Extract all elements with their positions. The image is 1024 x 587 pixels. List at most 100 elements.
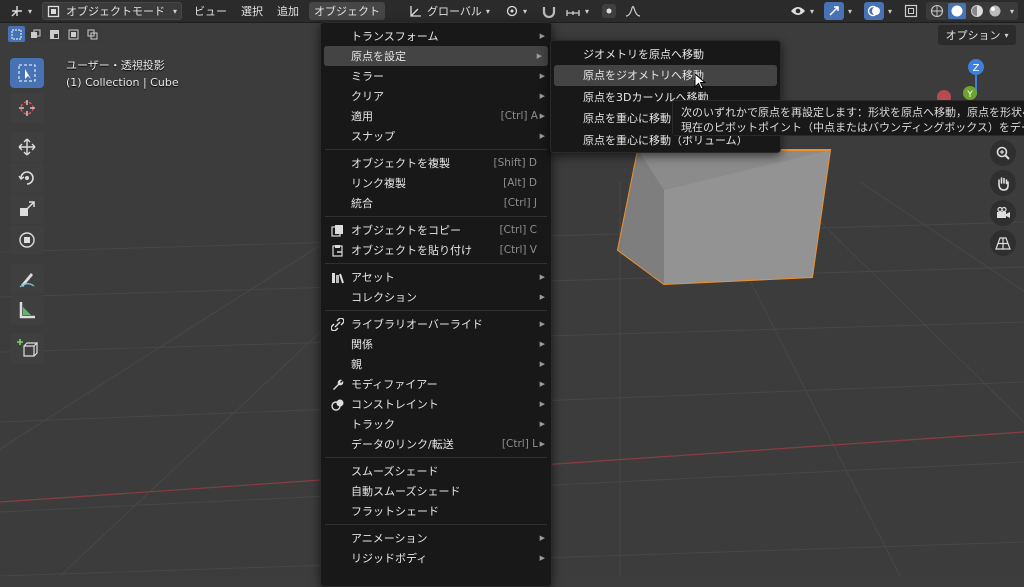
object-menu-item[interactable]: コレクション ▶ (321, 287, 551, 307)
measure-tool[interactable] (10, 295, 44, 325)
origin-menu-item[interactable]: ジオメトリを原点へ移動 (554, 43, 777, 65)
menu-item-label: 自動スムーズシェード (351, 485, 461, 498)
rendered-shading-icon[interactable] (988, 4, 1002, 18)
menu-object[interactable]: オブジェクト (309, 2, 386, 20)
rotate-tool[interactable] (10, 163, 44, 193)
overlay-toggle[interactable]: ▾ (860, 2, 896, 20)
object-menu-item[interactable]: 原点を設定 ▶ (324, 46, 548, 66)
camera-view-button[interactable] (990, 200, 1016, 226)
menu-item-shortcut: [Ctrl] A (500, 110, 538, 122)
menu-item-label: トラック (351, 418, 395, 431)
proportional-edit-toggle[interactable] (597, 2, 621, 20)
select-subtract-icon[interactable] (46, 26, 63, 42)
transform-orientation-dropdown[interactable]: グローバル ▾ (405, 2, 499, 20)
wireframe-shading-icon[interactable] (930, 4, 944, 18)
cursor-icon (19, 100, 35, 116)
cursor-tool[interactable] (10, 93, 44, 123)
xray-toggle[interactable] (900, 2, 922, 20)
object-menu-item[interactable]: 適用 [Ctrl] A ▶ (321, 106, 551, 126)
material-shading-icon[interactable] (970, 4, 984, 18)
add-cube-tool[interactable] (10, 334, 44, 364)
object-menu-item[interactable]: クリア ▶ (321, 86, 551, 106)
move-tool[interactable] (10, 132, 44, 162)
object-menu-item[interactable]: スムーズシェード (321, 461, 551, 481)
menu-add[interactable]: 追加 (273, 2, 303, 20)
view-name: ユーザー・透視投影 (66, 59, 165, 72)
submenu-arrow-icon: ▶ (539, 440, 545, 448)
menu-item-label: コレクション (351, 291, 417, 304)
object-menu-item[interactable]: データのリンク/転送 [Ctrl] L ▶ (321, 434, 551, 454)
object-mode-icon (47, 5, 60, 18)
object-menu-item[interactable]: 自動スムーズシェード (321, 481, 551, 501)
object-menu-item[interactable]: ライブラリオーバーライド ▶ (321, 314, 551, 334)
object-menu-item[interactable]: リンク複製 [Alt] D (321, 173, 551, 193)
object-menu-item[interactable]: アセット ▶ (321, 267, 551, 287)
viewport-info: ユーザー・透視投影 (1) Collection | Cube (66, 57, 179, 91)
object-menu-item[interactable]: オブジェクトを貼り付け [Ctrl] V (321, 240, 551, 260)
object-menu-item[interactable]: 関係 ▶ (321, 334, 551, 354)
menu-item-label: データのリンク/転送 (351, 438, 454, 451)
submenu-arrow-icon: ▶ (539, 554, 545, 562)
menu-item-label: リジッドボディ (351, 552, 428, 565)
object-menu-item[interactable]: オブジェクトを複製 [Shift] D (321, 153, 551, 173)
select-invert-icon[interactable] (65, 26, 82, 42)
scale-tool[interactable] (10, 194, 44, 224)
submenu-arrow-icon: ▶ (539, 400, 545, 408)
zoom-button[interactable] (990, 140, 1016, 166)
object-menu-item[interactable]: ミラー ▶ (321, 66, 551, 86)
pivot-point-dropdown[interactable]: ▾ (501, 2, 531, 20)
transform-tool[interactable] (10, 225, 44, 255)
navigation-gizmo[interactable]: Z Y (930, 55, 1024, 105)
paste-icon (330, 243, 344, 257)
chevron-down-icon: ▾ (887, 6, 892, 16)
perspective-toggle-button[interactable] (990, 230, 1016, 256)
gizmo-icon (823, 2, 844, 20)
submenu-arrow-icon: ▶ (536, 52, 542, 60)
menu-item-label: 適用 (351, 110, 373, 123)
object-menu-item[interactable]: コンストレイント ▶ (321, 394, 551, 414)
constraint-icon (330, 397, 344, 411)
gizmo-toggle[interactable]: ▾ (820, 2, 856, 20)
object-menu-item[interactable]: フラットシェード (321, 501, 551, 521)
object-menu-item[interactable]: リジッドボディ ▶ (321, 548, 551, 568)
menu-item-label: 親 (351, 358, 362, 371)
solid-shading-icon[interactable] (947, 3, 966, 19)
object-menu-item[interactable]: 統合 [Ctrl] J (321, 193, 551, 213)
object-menu-item[interactable]: スナップ ▶ (321, 126, 551, 146)
menu-item-label: オブジェクトを貼り付け (351, 244, 472, 257)
orientation-label: グローバル (427, 5, 482, 18)
annotate-tool[interactable] (10, 264, 44, 294)
snap-toggle[interactable] (537, 2, 561, 20)
menu-select[interactable]: 選択 (237, 2, 267, 20)
object-menu-item[interactable]: オブジェクトをコピー [Ctrl] C (321, 220, 551, 240)
snap-target-dropdown[interactable]: ▾ (561, 2, 593, 20)
tool-shelf (10, 58, 46, 369)
menu-view[interactable]: ビュー (190, 2, 231, 20)
object-menu-item[interactable]: トランスフォーム ▶ (321, 26, 551, 46)
submenu-arrow-icon: ▶ (539, 293, 545, 301)
cube-object[interactable] (600, 132, 850, 322)
library-override-icon (330, 317, 344, 331)
pan-button[interactable] (990, 170, 1016, 196)
origin-menu-item[interactable]: 原点をジオメトリへ移動 (554, 64, 777, 86)
object-menu: トランスフォーム ▶ 原点を設定 ▶ ミラー ▶ クリア ▶ 適用 [Ctrl] A ▶ スナップ ▶ オ… (320, 22, 552, 587)
falloff-dropdown[interactable] (621, 2, 645, 20)
options-dropdown[interactable]: オプション ▾ (938, 25, 1016, 45)
menu-item-label: 原点をジオメトリへ移動 (583, 69, 704, 83)
select-extend-icon[interactable] (27, 26, 44, 42)
select-box-tool[interactable] (10, 58, 44, 88)
shading-modes[interactable]: ▾ (925, 2, 1018, 20)
options-label: オプション (945, 29, 1001, 42)
object-menu-item[interactable]: モディファイアー ▶ (321, 374, 551, 394)
mode-dropdown[interactable]: オブジェクトモード ▾ (42, 2, 183, 20)
object-menu-item[interactable]: トラック ▶ (321, 414, 551, 434)
menu-separator (325, 263, 547, 264)
menu-separator (325, 457, 547, 458)
object-menu-item[interactable]: 親 ▶ (321, 354, 551, 374)
visibility-dropdown[interactable]: ▾ (786, 2, 818, 20)
magnet-icon (541, 4, 557, 18)
select-new-icon[interactable] (8, 26, 25, 42)
editor-type-dropdown[interactable]: ▾ (6, 2, 36, 20)
object-menu-item[interactable]: アニメーション ▶ (321, 528, 551, 548)
select-intersect-icon[interactable] (84, 26, 101, 42)
